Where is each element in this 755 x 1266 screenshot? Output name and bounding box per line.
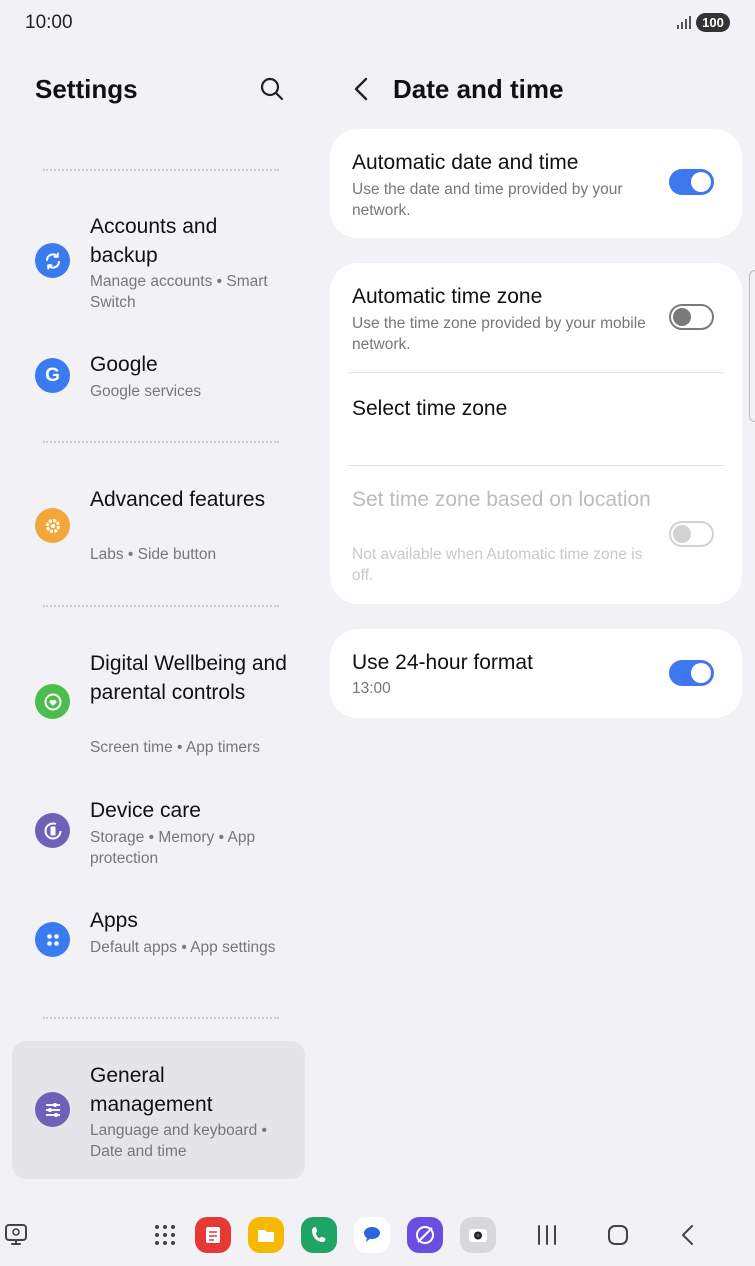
- google-g-icon: G: [35, 358, 70, 393]
- auto-datetime-row[interactable]: Automatic date and time Use the date and…: [330, 129, 742, 238]
- internet-app-icon[interactable]: [407, 1217, 443, 1253]
- settings-item-apps[interactable]: Apps Default apps • App settings: [12, 900, 305, 980]
- notes-app-icon[interactable]: [195, 1217, 231, 1253]
- status-time: 10:00: [25, 12, 73, 33]
- home-button-icon[interactable]: [600, 1217, 636, 1253]
- advanced-gear-icon: [35, 508, 70, 543]
- wellbeing-heart-icon: [35, 684, 70, 719]
- format-24h-title: Use 24-hour format: [352, 651, 533, 674]
- settings-item-title: Digital Wellbeing and parental controls: [90, 652, 287, 704]
- settings-item-title: Google: [90, 353, 158, 376]
- settings-item-subtitle: Labs • Side button: [90, 546, 217, 563]
- settings-item-google[interactable]: G Google Google services: [12, 344, 305, 414]
- settings-item-title: Device care: [90, 799, 201, 822]
- format-card: Use 24-hour format 13:00: [330, 629, 742, 718]
- status-bar: 10:00 100: [0, 0, 755, 44]
- settings-item-subtitle: Google services: [90, 383, 202, 400]
- auto-datetime-title: Automatic date and time: [352, 151, 579, 174]
- select-timezone-title: Select time zone: [352, 397, 508, 420]
- settings-item-general-management[interactable]: General management Language and keyboard…: [12, 1041, 305, 1179]
- messages-app-icon[interactable]: [354, 1217, 390, 1253]
- files-app-icon[interactable]: [248, 1217, 284, 1253]
- settings-item-subtitle: Storage • Memory • App protection: [90, 829, 256, 867]
- camera-app-icon[interactable]: [460, 1217, 496, 1253]
- section-divider: [43, 169, 279, 171]
- section-divider: [43, 1017, 279, 1019]
- battery-indicator: 100: [696, 13, 730, 32]
- format-24h-toggle[interactable]: [669, 660, 714, 686]
- settings-item-title: Accounts and backup: [90, 215, 218, 267]
- settings-item-accounts-backup[interactable]: Accounts and backup Manage accounts • Sm…: [12, 206, 305, 316]
- signal-icon: [677, 16, 691, 29]
- section-divider: [43, 605, 279, 607]
- auto-timezone-title: Automatic time zone: [352, 285, 543, 308]
- settings-item-title: Apps: [90, 909, 138, 932]
- settings-item-advanced-features[interactable]: Advanced features Labs • Side button: [12, 479, 305, 579]
- apps-grid-icon: [35, 922, 70, 957]
- back-arrow-icon[interactable]: [348, 74, 376, 104]
- settings-item-device-care[interactable]: Device care Storage • Memory • App prote…: [12, 790, 305, 870]
- auto-timezone-row[interactable]: Automatic time zone Use the time zone pr…: [330, 263, 742, 372]
- format-24h-subtitle: 13:00: [352, 680, 391, 697]
- recents-button-icon[interactable]: [529, 1217, 565, 1253]
- location-timezone-title: Set time zone based on location: [352, 488, 651, 511]
- device-care-icon: [35, 813, 70, 848]
- select-timezone-row[interactable]: Select time zone: [330, 373, 742, 465]
- timezone-card: Automatic time zone Use the time zone pr…: [330, 263, 742, 604]
- settings-item-subtitle: Default apps • App settings: [90, 939, 276, 956]
- recent-apps-icon[interactable]: [0, 1217, 36, 1253]
- settings-title: Settings: [35, 74, 138, 104]
- location-timezone-subtitle: Not available when Automatic time zone i…: [352, 546, 643, 584]
- settings-item-subtitle: Language and keyboard • Date and time: [90, 1122, 267, 1160]
- navigation-bar: [0, 1204, 755, 1266]
- auto-datetime-toggle[interactable]: [669, 169, 714, 195]
- section-divider: [43, 441, 279, 443]
- back-button-icon[interactable]: [671, 1217, 707, 1253]
- settings-item-title: General management: [90, 1064, 213, 1116]
- settings-item-subtitle: Manage accounts • Smart Switch: [90, 273, 268, 311]
- settings-item-title: Advanced features: [90, 488, 266, 511]
- auto-datetime-card: Automatic date and time Use the date and…: [330, 129, 742, 238]
- location-timezone-row: Set time zone based on location Not avai…: [330, 466, 742, 604]
- auto-timezone-subtitle: Use the time zone provided by your mobil…: [352, 315, 646, 353]
- scroll-handle[interactable]: [749, 270, 755, 422]
- settings-item-digital-wellbeing[interactable]: Digital Wellbeing and parental controls …: [12, 643, 305, 765]
- sliders-icon: [35, 1092, 70, 1127]
- sync-icon: [35, 243, 70, 278]
- phone-app-icon[interactable]: [301, 1217, 337, 1253]
- format-24h-row[interactable]: Use 24-hour format 13:00: [330, 629, 742, 718]
- auto-datetime-subtitle: Use the date and time provided by your n…: [352, 181, 623, 219]
- page-title: Date and time: [393, 74, 564, 104]
- location-timezone-toggle: [669, 521, 714, 547]
- settings-item-subtitle: Screen time • App timers: [90, 739, 260, 756]
- search-icon[interactable]: [258, 75, 286, 103]
- auto-timezone-toggle[interactable]: [669, 304, 714, 330]
- app-drawer-icon[interactable]: [147, 1217, 183, 1253]
